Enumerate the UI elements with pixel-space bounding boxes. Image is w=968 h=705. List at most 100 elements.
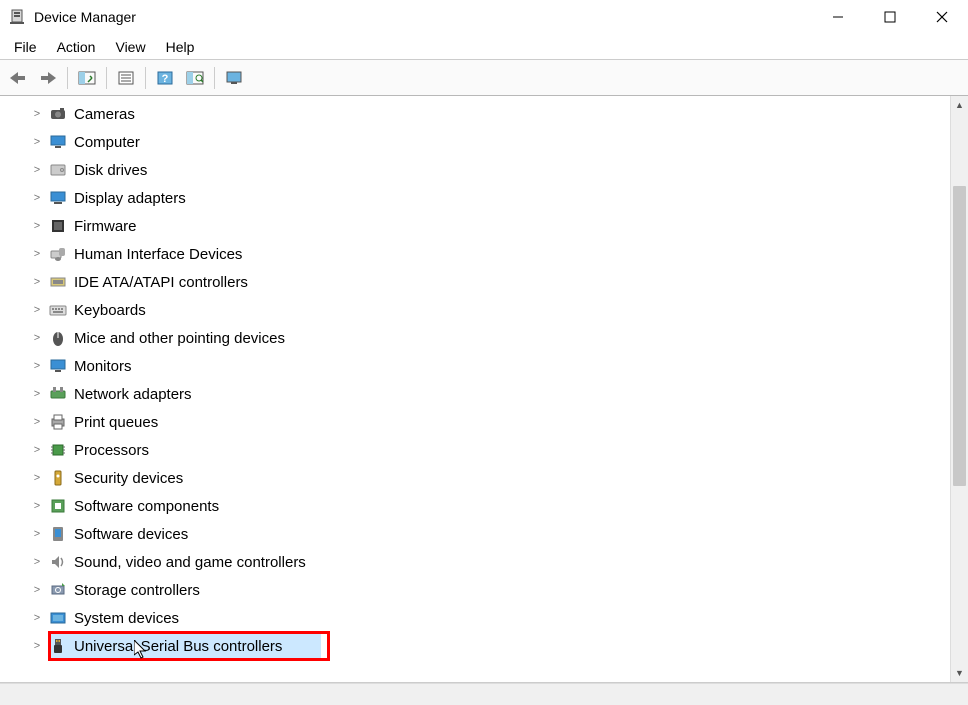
expander-icon[interactable]: > (30, 612, 44, 624)
tree-item[interactable]: > Processors (10, 436, 950, 464)
menu-help[interactable]: Help (156, 37, 205, 57)
tree-item-label: Software components (74, 498, 219, 515)
toolbar-separator (67, 67, 68, 89)
menu-action[interactable]: Action (47, 37, 106, 57)
tree-item-label: Firmware (74, 218, 137, 235)
tree-item-label: IDE ATA/ATAPI controllers (74, 274, 248, 291)
menu-view[interactable]: View (105, 37, 155, 57)
help-button[interactable]: ? (151, 64, 179, 92)
expander-icon[interactable]: > (30, 472, 44, 484)
expander-icon[interactable]: > (30, 640, 44, 652)
mouse-icon (48, 328, 68, 348)
expander-icon[interactable]: > (30, 388, 44, 400)
expander-icon[interactable]: > (30, 276, 44, 288)
ide-icon (48, 272, 68, 292)
content-area: > Cameras > Computer > Disk drives > Display ad… (0, 96, 968, 683)
expander-icon[interactable]: > (30, 192, 44, 204)
expander-icon[interactable]: > (30, 556, 44, 568)
tree-item[interactable]: > IDE ATA/ATAPI controllers (10, 268, 950, 296)
tree-item[interactable]: > Cameras (10, 100, 950, 128)
tree-item-label: Network adapters (74, 386, 192, 403)
tree-item-label: Cameras (74, 106, 135, 123)
tree-item[interactable]: > Disk drives (10, 156, 950, 184)
tree-item-label: Storage controllers (74, 582, 200, 599)
hid-icon (48, 244, 68, 264)
tree-item-label: Computer (74, 134, 140, 151)
scroll-up-arrow[interactable]: ▲ (951, 96, 968, 114)
disk-icon (48, 160, 68, 180)
tree-item-label: Monitors (74, 358, 132, 375)
toolbar-separator (214, 67, 215, 89)
tree-item[interactable]: > Firmware (10, 212, 950, 240)
toolbar-separator (106, 67, 107, 89)
device-tree[interactable]: > Cameras > Computer > Disk drives > Display ad… (0, 96, 950, 682)
expander-icon[interactable]: > (30, 416, 44, 428)
tree-item[interactable]: >Human Interface Devices (10, 240, 950, 268)
tree-item-label: Mice and other pointing devices (74, 330, 285, 347)
scroll-thumb[interactable] (953, 186, 966, 486)
expander-icon[interactable]: > (30, 136, 44, 148)
expander-icon[interactable]: > (30, 304, 44, 316)
tree-item[interactable]: > Print queues (10, 408, 950, 436)
svg-text:?: ? (162, 73, 169, 85)
tree-item[interactable]: > Software devices (10, 520, 950, 548)
close-button[interactable] (916, 0, 968, 34)
tree-item-label: Sound, video and game controllers (74, 554, 306, 571)
firmware-icon (48, 216, 68, 236)
tree-item[interactable]: >Keyboards (10, 296, 950, 324)
window-title: Device Manager (34, 9, 812, 25)
expander-icon[interactable]: > (30, 248, 44, 260)
tree-item-label: Disk drives (74, 162, 147, 179)
show-hide-button[interactable] (73, 64, 101, 92)
tree-item-label: Processors (74, 442, 149, 459)
tree-item[interactable]: > System devices (10, 604, 950, 632)
scan-hardware-button[interactable] (181, 64, 209, 92)
expander-icon[interactable]: > (30, 444, 44, 456)
tree-item-label: Software devices (74, 526, 188, 543)
expander-icon[interactable]: > (30, 332, 44, 344)
tree-item[interactable]: > Monitors (10, 352, 950, 380)
tree-item[interactable]: >Security devices (10, 464, 950, 492)
expander-icon[interactable]: > (30, 500, 44, 512)
expander-icon[interactable]: > (30, 528, 44, 540)
status-bar (0, 683, 968, 705)
tree-item[interactable]: > Software components (10, 492, 950, 520)
tree-item[interactable]: >Universal Serial Bus controllers (10, 632, 950, 660)
tree-item-label: Print queues (74, 414, 158, 431)
system-icon (48, 608, 68, 628)
window-controls (812, 0, 968, 34)
tree-item[interactable]: > Network adapters (10, 380, 950, 408)
expander-icon[interactable]: > (30, 360, 44, 372)
vertical-scrollbar[interactable]: ▲ ▼ (950, 96, 968, 682)
tree-item[interactable]: > Sound, video and game controllers (10, 548, 950, 576)
tree-item-label: Display adapters (74, 190, 186, 207)
properties-button[interactable] (112, 64, 140, 92)
menu-file[interactable]: File (4, 37, 47, 57)
scroll-down-arrow[interactable]: ▼ (951, 664, 968, 682)
cpu-icon (48, 440, 68, 460)
network-icon (48, 384, 68, 404)
minimize-button[interactable] (812, 0, 864, 34)
expander-icon[interactable]: > (30, 108, 44, 120)
expander-icon[interactable]: > (30, 164, 44, 176)
monitor-button[interactable] (220, 64, 248, 92)
tree-item[interactable]: > Display adapters (10, 184, 950, 212)
tree-item[interactable]: > Storage controllers (10, 576, 950, 604)
tree-item[interactable]: > Mice and other pointing devices (10, 324, 950, 352)
forward-button[interactable] (34, 64, 62, 92)
display-icon (48, 188, 68, 208)
printer-icon (48, 412, 68, 432)
expander-icon[interactable]: > (30, 584, 44, 596)
keyboard-icon (48, 300, 68, 320)
titlebar: Device Manager (0, 0, 968, 34)
maximize-button[interactable] (864, 0, 916, 34)
usb-icon (48, 636, 68, 656)
tree-item[interactable]: > Computer (10, 128, 950, 156)
monitor-icon (48, 356, 68, 376)
back-button[interactable] (4, 64, 32, 92)
tree-item-label: System devices (74, 610, 179, 627)
expander-icon[interactable]: > (30, 220, 44, 232)
security-icon (48, 468, 68, 488)
toolbar: ? (0, 60, 968, 96)
sound-icon (48, 552, 68, 572)
